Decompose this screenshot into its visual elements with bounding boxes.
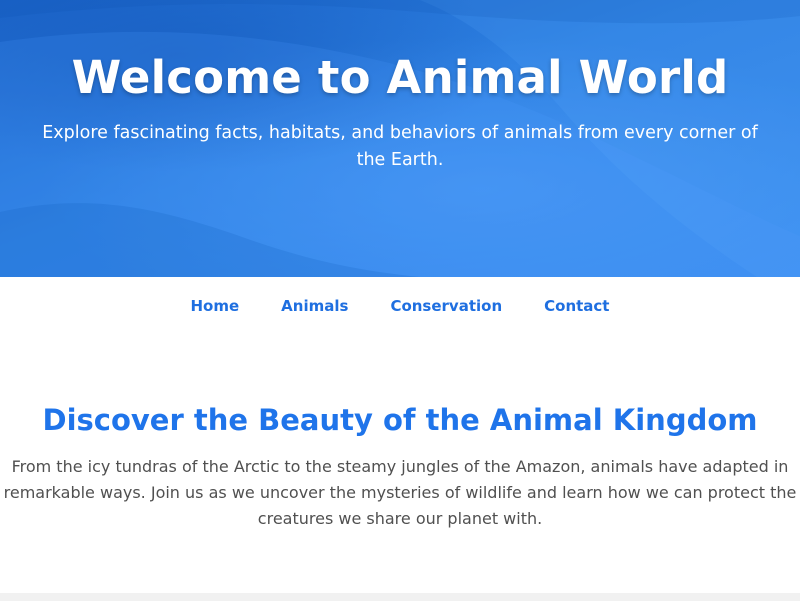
hero-subtitle: Explore fascinating facts, habitats, and… [42,123,758,170]
intro-section: Discover the Beauty of the Animal Kingdo… [0,334,800,532]
hero-banner: Welcome to Animal World Explore fascinat… [0,0,800,277]
nav-contact-link[interactable]: Contact [544,297,609,315]
nav-conservation-link[interactable]: Conservation [390,297,502,315]
hero-content: Welcome to Animal World Explore fascinat… [0,0,800,174]
intro-heading: Discover the Beauty of the Animal Kingdo… [42,403,758,437]
nav-home-link[interactable]: Home [191,297,240,315]
hero-title: Welcome to Animal World [71,51,729,104]
main-navigation: Home Animals Conservation Contact [0,277,800,334]
section-divider [0,593,800,601]
nav-animals-link[interactable]: Animals [281,297,348,315]
intro-paragraph: From the icy tundras of the Arctic to th… [3,457,797,528]
